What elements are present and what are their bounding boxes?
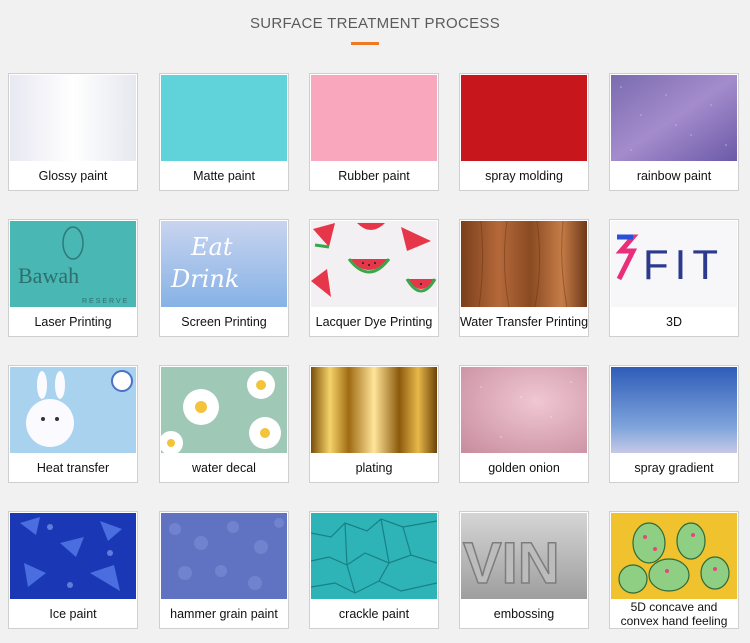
heat-transfer-swatch [10, 367, 136, 453]
water-decal-swatch [161, 367, 287, 453]
card-label: Ice paint [49, 607, 97, 621]
card-label: Heat transfer [36, 461, 110, 475]
embossing-art-text: VIN [463, 531, 560, 596]
hammer-grain-paint-swatch [161, 513, 287, 599]
card-label: plating [355, 461, 393, 475]
card-plating[interactable]: plating [309, 365, 439, 483]
rainbow-paint-swatch [611, 75, 737, 161]
rubber-paint-swatch [311, 75, 437, 161]
card-screen-printing[interactable]: Eat Drink Screen Printing [159, 219, 289, 337]
card-label: spray molding [485, 169, 563, 183]
card-laser-printing[interactable]: Bawah RESERVE Laser Printing [8, 219, 138, 337]
card-3d[interactable]: FIT 3D [609, 219, 739, 337]
card-label: water decal [192, 461, 256, 475]
5d-concave-convex-swatch [611, 513, 737, 599]
card-label: Glossy paint [38, 169, 108, 183]
card-label: Rubber paint [338, 169, 410, 183]
card-heat-transfer[interactable]: Heat transfer [8, 365, 138, 483]
card-ice-paint[interactable]: Ice paint [8, 511, 138, 629]
plating-swatch [311, 367, 437, 453]
ice-paint-swatch [10, 513, 136, 599]
matte-paint-swatch [161, 75, 287, 161]
surface-grid: Glossy paint Matte paint Rubber paint sp… [0, 0, 750, 643]
card-label: spray gradient [634, 461, 714, 475]
card-golden-onion[interactable]: golden onion [459, 365, 589, 483]
card-lacquer-dye-printing[interactable]: Lacquer Dye Printing [309, 219, 439, 337]
card-label: Screen Printing [181, 315, 267, 329]
glossy-paint-swatch [10, 75, 136, 161]
embossing-swatch: VIN [461, 513, 587, 599]
card-matte-paint[interactable]: Matte paint [159, 73, 289, 191]
card-glossy-paint[interactable]: Glossy paint [8, 73, 138, 191]
water-transfer-printing-swatch [461, 221, 587, 307]
screen-art-text-1: Eat [190, 233, 233, 261]
spray-gradient-swatch [611, 367, 737, 453]
card-label: golden onion [488, 461, 560, 475]
card-crackle-paint[interactable]: crackle paint [309, 511, 439, 629]
laser-printing-swatch: Bawah RESERVE [10, 221, 136, 307]
3d-swatch: FIT [611, 221, 737, 307]
card-label: Water Transfer Printing [459, 315, 589, 329]
card-spray-molding[interactable]: spray molding [459, 73, 589, 191]
card-5d-concave-convex[interactable]: 5D concave and convex hand feeling [609, 511, 739, 629]
golden-onion-swatch [461, 367, 587, 453]
card-label: Laser Printing [34, 315, 112, 329]
screen-printing-swatch: Eat Drink [161, 221, 287, 307]
card-hammer-grain-paint[interactable]: hammer grain paint [159, 511, 289, 629]
card-label: rainbow paint [636, 169, 712, 183]
card-label: crackle paint [338, 607, 410, 621]
card-water-transfer-printing[interactable]: Water Transfer Printing [459, 219, 589, 337]
card-label: Matte paint [193, 169, 255, 183]
laser-art-text: Bawah [18, 263, 79, 288]
card-rubber-paint[interactable]: Rubber paint [309, 73, 439, 191]
lacquer-dye-printing-swatch [311, 221, 437, 307]
card-label: Lacquer Dye Printing [315, 315, 433, 329]
3d-art-text: FIT [643, 241, 724, 288]
card-water-decal[interactable]: water decal [159, 365, 289, 483]
screen-art-text-2: Drink [170, 265, 239, 293]
card-label: hammer grain paint [170, 607, 278, 621]
card-embossing[interactable]: VIN embossing [459, 511, 589, 629]
crackle-paint-swatch [311, 513, 437, 599]
card-label: 5D concave and convex hand feeling [620, 600, 728, 628]
spray-molding-swatch [461, 75, 587, 161]
card-spray-gradient[interactable]: spray gradient [609, 365, 739, 483]
card-rainbow-paint[interactable]: rainbow paint [609, 73, 739, 191]
card-label: 3D [666, 315, 682, 329]
laser-art-subtext: RESERVE [82, 298, 129, 305]
card-label: embossing [493, 607, 555, 621]
